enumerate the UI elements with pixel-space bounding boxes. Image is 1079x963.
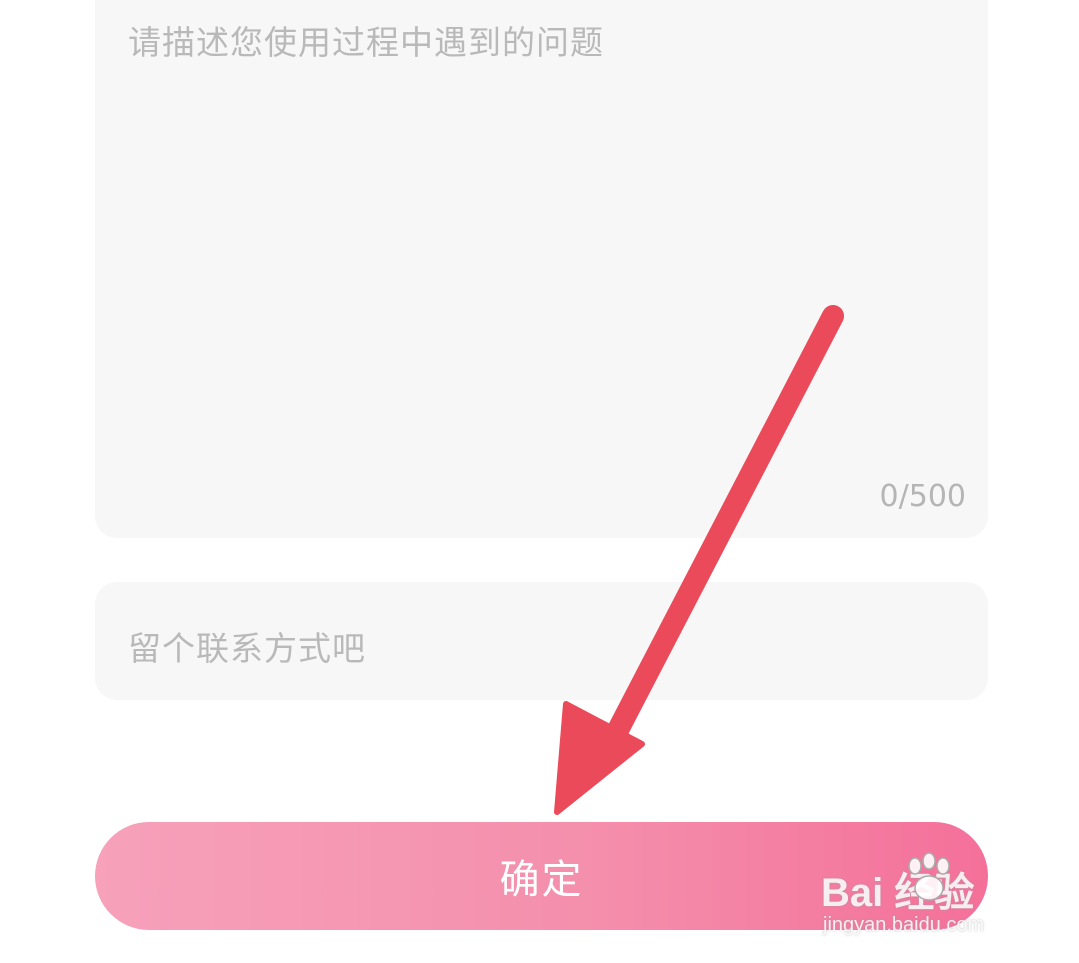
character-counter: 0/500 [879, 479, 966, 514]
watermark-url: jingyan.baidu.com [823, 914, 985, 936]
contact-input[interactable]: 留个联系方式吧 [95, 582, 988, 700]
description-placeholder: 请描述您使用过程中遇到的问题 [128, 23, 604, 62]
paw-icon [908, 852, 950, 901]
baidu-jingyan-watermark: Bai 经验 jingyan.baidu.com [821, 852, 1021, 952]
confirm-button-label: 确定 [499, 857, 584, 903]
contact-placeholder: 留个联系方式吧 [128, 629, 366, 668]
arrow-head [554, 701, 645, 815]
problem-description-textarea[interactable]: 请描述您使用过程中遇到的问题 0/500 [95, 0, 988, 538]
